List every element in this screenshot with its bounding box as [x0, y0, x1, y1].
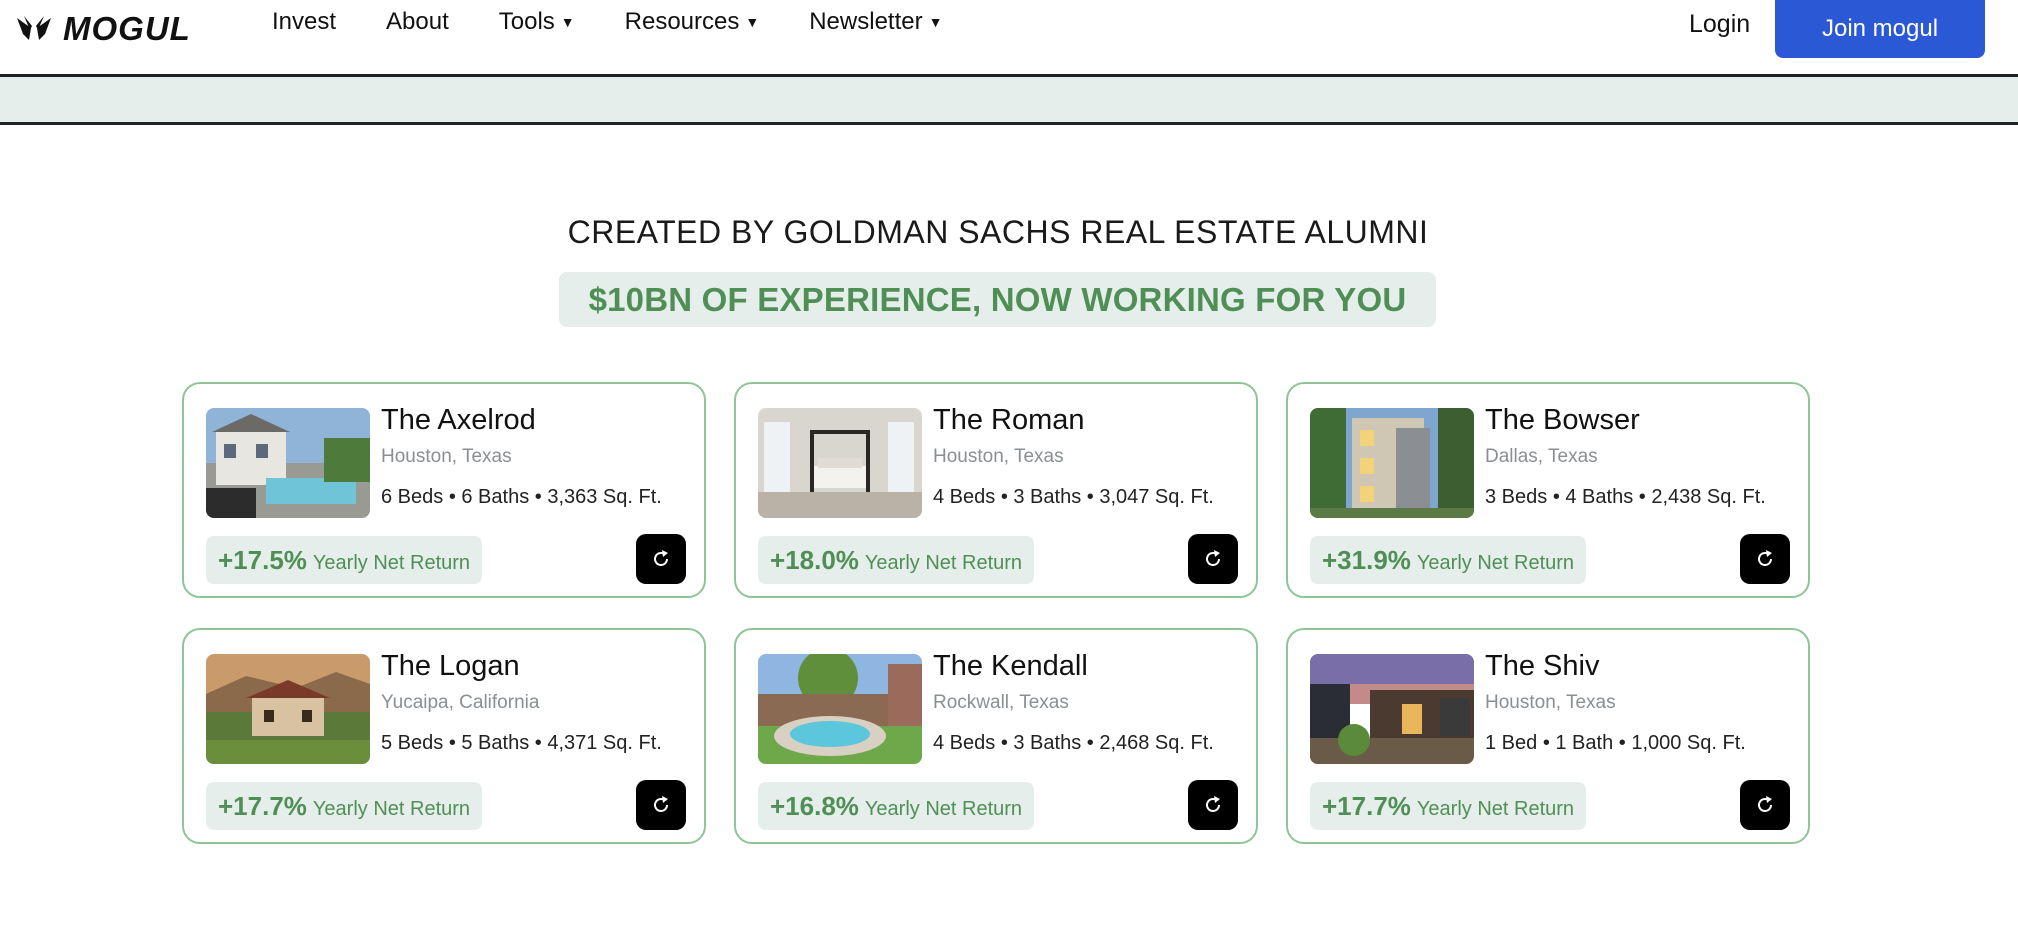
property-location: Dallas, Texas	[1485, 446, 1598, 467]
refresh-icon	[1206, 550, 1220, 566]
return-badge: +17.7% Yearly Net Return	[206, 782, 483, 830]
property-card-shiv[interactable]: The Shiv Houston, Texas 1 Bed • 1 Bath •…	[1286, 628, 1810, 844]
hero-headline: CREATED BY GOLDMAN SACHS REAL ESTATE ALU…	[567, 214, 1429, 250]
property-specs: 5 Beds • 5 Baths • 4,371 Sq. Ft.	[381, 732, 662, 754]
nav-newsletter[interactable]: Newsletter ▼	[809, 8, 942, 36]
nav-resources-label: Resources	[624, 8, 740, 35]
refresh-button[interactable]	[1188, 534, 1238, 584]
property-location: Houston, Texas	[933, 446, 1064, 467]
property-specs: 6 Beds • 6 Baths • 3,363 Sq. Ft.	[381, 486, 662, 508]
wings-logo-icon	[17, 16, 51, 40]
property-card-logan[interactable]: The Logan Yucaipa, California 5 Beds • 5…	[182, 628, 706, 844]
property-location: Yucaipa, California	[381, 692, 540, 713]
property-card-axelrod[interactable]: The Axelrod Houston, Texas 6 Beds • 6 Ba…	[182, 382, 706, 598]
property-specs: 3 Beds • 4 Baths • 2,438 Sq. Ft.	[1485, 486, 1766, 508]
property-name: The Axelrod	[381, 404, 536, 436]
nav-about[interactable]: About	[386, 8, 449, 36]
return-badge: +17.7% Yearly Net Return	[1310, 782, 1587, 830]
nav-links: Invest About Tools ▼ Resources ▼ Newslette…	[272, 8, 992, 36]
refresh-button[interactable]	[1740, 780, 1790, 830]
property-photo	[206, 408, 370, 518]
return-badge: +17.5% Yearly Net Return	[206, 536, 483, 584]
caret-down-icon: ▼	[745, 14, 760, 30]
return-value: +18.0%	[770, 545, 859, 575]
property-card-kendall[interactable]: The Kendall Rockwall, Texas 4 Beds • 3 B…	[734, 628, 1258, 844]
property-photo	[758, 408, 922, 518]
return-value: +16.8%	[770, 791, 859, 821]
refresh-icon	[1206, 796, 1220, 812]
nav-about-label: About	[386, 8, 449, 35]
property-specs: 4 Beds • 3 Baths • 2,468 Sq. Ft.	[933, 732, 1214, 754]
nav-invest[interactable]: Invest	[272, 8, 336, 36]
hero-tagline: $10BN OF EXPERIENCE, NOW WORKING FOR YOU	[588, 280, 1407, 318]
return-label: Yearly Net Return	[864, 552, 1023, 574]
join-button[interactable]: Join mogul	[1775, 0, 1985, 58]
property-name: The Kendall	[933, 650, 1088, 682]
announcement-band	[0, 77, 2018, 125]
property-specs: 1 Bed • 1 Bath • 1,000 Sq. Ft.	[1485, 732, 1746, 754]
nav-invest-label: Invest	[272, 8, 337, 35]
property-photo	[1310, 654, 1474, 764]
refresh-icon	[654, 550, 668, 566]
property-card-roman[interactable]: The Roman Houston, Texas 4 Beds • 3 Bath…	[734, 382, 1258, 598]
nav-tools-label: Tools	[498, 8, 555, 35]
return-label: Yearly Net Return	[312, 798, 471, 820]
return-label: Yearly Net Return	[1416, 552, 1575, 574]
return-label: Yearly Net Return	[312, 552, 471, 574]
property-location: Houston, Texas	[381, 446, 512, 467]
caret-down-icon: ▼	[928, 14, 943, 30]
refresh-icon	[1758, 550, 1772, 566]
nav-resources[interactable]: Resources ▼	[625, 8, 760, 36]
top-nav: MOGUL Invest About Tools ▼ Resources ▼ New…	[0, 0, 2018, 77]
hero-tagline-box: $10BN OF EXPERIENCE, NOW WORKING FOR YOU	[559, 272, 1436, 327]
return-label: Yearly Net Return	[1416, 798, 1575, 820]
refresh-button[interactable]	[1188, 780, 1238, 830]
caret-down-icon: ▼	[560, 14, 575, 30]
brand-name: MOGUL	[63, 10, 191, 47]
property-location: Rockwall, Texas	[933, 692, 1069, 713]
property-name: The Shiv	[1485, 650, 1600, 682]
refresh-icon	[1758, 796, 1772, 812]
return-badge: +16.8% Yearly Net Return	[758, 782, 1035, 830]
return-value: +17.7%	[218, 791, 307, 821]
return-label: Yearly Net Return	[864, 798, 1023, 820]
property-name: The Logan	[381, 650, 520, 682]
nav-tools[interactable]: Tools ▼	[499, 8, 575, 36]
return-value: +31.9%	[1322, 545, 1411, 575]
property-card-bowser[interactable]: The Bowser Dallas, Texas 3 Beds • 4 Bath…	[1286, 382, 1810, 598]
refresh-button[interactable]	[636, 780, 686, 830]
refresh-button[interactable]	[1740, 534, 1790, 584]
refresh-icon	[654, 796, 668, 812]
property-photo	[758, 654, 922, 764]
property-photo	[206, 654, 370, 764]
property-photo	[1310, 408, 1474, 518]
return-value: +17.7%	[1322, 791, 1411, 821]
refresh-button[interactable]	[636, 534, 686, 584]
return-badge: +31.9% Yearly Net Return	[1310, 536, 1587, 584]
login-link[interactable]: Login	[1689, 10, 1750, 39]
property-specs: 4 Beds • 3 Baths • 3,047 Sq. Ft.	[933, 486, 1214, 508]
property-name: The Roman	[933, 404, 1085, 436]
nav-newsletter-label: Newsletter	[809, 8, 923, 35]
return-badge: +18.0% Yearly Net Return	[758, 536, 1035, 584]
return-value: +17.5%	[218, 545, 307, 575]
property-name: The Bowser	[1485, 404, 1640, 436]
logo[interactable]: MOGUL	[15, 10, 191, 48]
property-location: Houston, Texas	[1485, 692, 1616, 713]
